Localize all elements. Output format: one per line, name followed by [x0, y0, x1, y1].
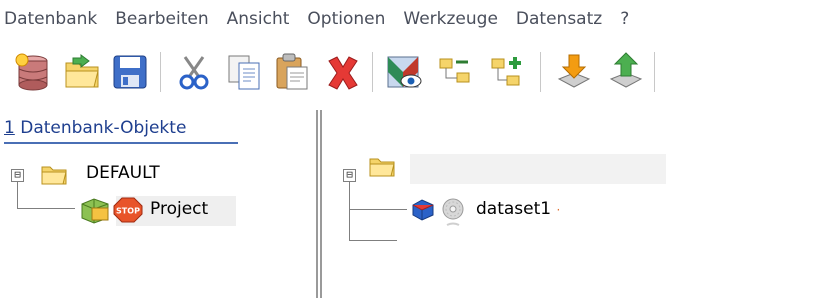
pane-title-underline — [4, 142, 238, 144]
splitter-line — [320, 110, 322, 298]
copy-icon — [228, 55, 260, 90]
tree-add-icon — [491, 57, 521, 86]
datasets-pane: ⊟ dataset1 · — [326, 110, 838, 298]
root-node-label-area[interactable] — [410, 154, 666, 184]
cut-icon — [179, 56, 209, 90]
export-icon — [609, 52, 643, 88]
toolbar-separator — [372, 52, 373, 92]
tree-line — [349, 209, 407, 210]
tree-line — [17, 182, 18, 208]
tree-collapse-icon — [439, 58, 470, 83]
dataset-icon — [412, 199, 434, 221]
toolbar-separator — [540, 52, 541, 92]
project-icon — [81, 198, 109, 224]
tree-line — [17, 208, 75, 209]
toolbar-separator — [160, 52, 161, 92]
menu-ansicht[interactable]: Ansicht — [218, 9, 299, 29]
tree-line — [349, 240, 397, 241]
paste-icon — [276, 53, 308, 90]
pane-title: 1 Datenbank-Objekte — [4, 118, 186, 138]
save-icon — [113, 55, 147, 89]
tree-expander-default[interactable]: ⊟ — [11, 169, 24, 182]
tree-node-default[interactable]: DEFAULT — [86, 163, 160, 183]
svg-text:STOP: STOP — [116, 207, 140, 216]
export-button[interactable] — [602, 48, 650, 96]
view-button[interactable] — [380, 48, 428, 96]
copy-button[interactable] — [220, 48, 268, 96]
import-icon — [557, 54, 591, 88]
cut-button[interactable] — [170, 48, 218, 96]
import-button[interactable] — [550, 48, 598, 96]
pane-splitter[interactable] — [314, 110, 326, 298]
tree-node-dataset1[interactable]: dataset1 · — [476, 199, 560, 219]
view-icon — [387, 56, 422, 88]
toolbar-separator — [654, 52, 655, 92]
new-database-icon — [15, 53, 48, 91]
delete-button[interactable] — [318, 48, 366, 96]
menu-help[interactable]: ? — [611, 9, 638, 29]
tree-line — [349, 182, 350, 240]
pane-title-text: Datenbank-Objekte — [14, 118, 187, 138]
toolbar — [0, 40, 838, 102]
dataset-label: dataset1 — [476, 199, 552, 219]
pane-title-number: 1 — [4, 118, 15, 138]
dataset-marker: · — [556, 203, 561, 217]
tree-expander-root[interactable]: ⊟ — [343, 169, 356, 182]
menu-datensatz[interactable]: Datensatz — [507, 9, 611, 29]
open-folder-icon — [65, 54, 99, 88]
save-button[interactable] — [106, 48, 154, 96]
menu-bar: Datenbank Bearbeiten Ansicht Optionen We… — [0, 0, 838, 38]
tree-collapse-button[interactable] — [432, 48, 480, 96]
open-button[interactable] — [58, 48, 106, 96]
new-database-button[interactable] — [8, 48, 56, 96]
menu-bearbeiten[interactable]: Bearbeiten — [106, 9, 217, 29]
stop-icon: STOP — [113, 197, 143, 223]
menu-datenbank[interactable]: Datenbank — [0, 9, 106, 29]
folder-icon — [369, 158, 395, 177]
menu-optionen[interactable]: Optionen — [298, 9, 394, 29]
splitter-line — [316, 110, 318, 298]
folder-icon — [41, 166, 67, 185]
menu-werkzeuge[interactable]: Werkzeuge — [394, 9, 507, 29]
database-objects-pane: 1 Datenbank-Objekte ⊟ DEFAULT STOP Proje… — [0, 110, 314, 298]
paste-button[interactable] — [268, 48, 316, 96]
tree-node-project[interactable]: Project — [150, 199, 208, 219]
disc-icon — [442, 198, 464, 226]
delete-icon — [328, 56, 358, 90]
tree-add-button[interactable] — [484, 48, 532, 96]
